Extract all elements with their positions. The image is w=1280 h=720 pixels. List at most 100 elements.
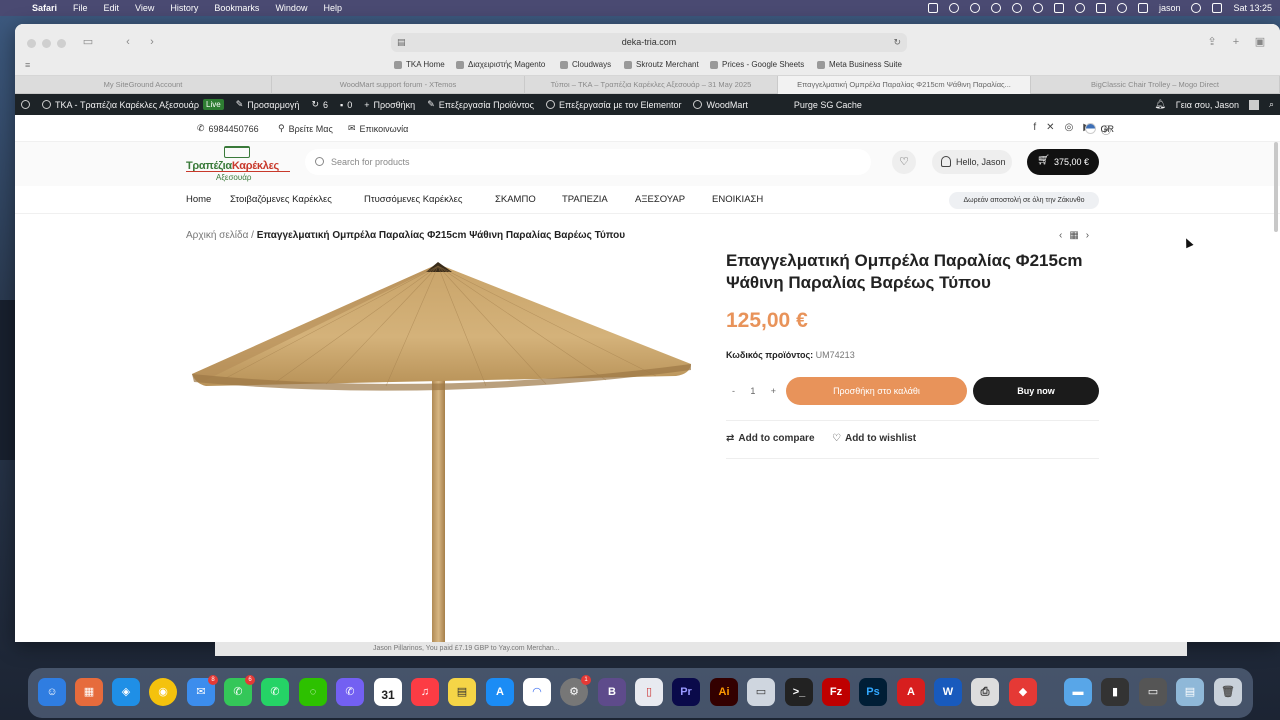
safari-icon[interactable]: ◈ [112, 678, 140, 706]
contact-link[interactable]: ✉ Επικοινωνία [348, 123, 408, 134]
filezilla-icon[interactable]: Fz [822, 678, 850, 706]
app-store-icon[interactable]: A [486, 678, 514, 706]
browser-tab[interactable]: WoodMart support forum - XTemos [272, 76, 525, 94]
admin-new[interactable]: + Προσθήκη [364, 100, 415, 110]
nav-item-accessories[interactable]: ΑΞΕΣΟΥΑΡ [635, 194, 685, 205]
chrome-icon[interactable]: ◉ [149, 678, 177, 706]
browser-tab[interactable]: My SiteGround Account [15, 76, 272, 94]
add-to-wishlist-link[interactable]: ♡ Add to wishlist [832, 433, 916, 444]
browser-tab-active[interactable]: Επαγγελματική Ομπρέλα Παραλίας Φ215cm Ψά… [778, 76, 1031, 94]
window-stack-icon[interactable]: ▭ [1139, 678, 1167, 706]
buy-now-button[interactable]: Buy now [973, 377, 1099, 405]
keyboard-input-icon[interactable] [1137, 3, 1148, 13]
folder-icon[interactable]: ▬ [1064, 678, 1092, 706]
product-image[interactable] [186, 258, 696, 642]
wordpress-logo-icon[interactable] [21, 100, 30, 109]
page-scrollbar[interactable] [1274, 142, 1278, 232]
menu-help[interactable]: Help [323, 3, 342, 13]
quantity-decrease-button[interactable]: - [732, 386, 735, 396]
admin-site-name[interactable]: TKA - Τραπέζια Καρέκλες Αξεσουάρ Live [42, 99, 224, 110]
grid-icon[interactable]: ▦ [1069, 230, 1078, 241]
menu-bar-user[interactable]: jason [1159, 3, 1181, 13]
favorite-link[interactable]: Cloudways [560, 60, 611, 69]
bbedit-icon[interactable]: B [598, 678, 626, 706]
launchpad-icon[interactable]: ▦ [75, 678, 103, 706]
page-settings-icon[interactable]: ▤ [397, 33, 406, 52]
terminal-icon[interactable]: >_ [785, 678, 813, 706]
system-settings-icon[interactable]: ⚙ 1 [560, 675, 591, 706]
menu-file[interactable]: File [73, 3, 88, 13]
menu-view[interactable]: View [135, 3, 154, 13]
calendar-icon[interactable]: 31 [374, 678, 402, 706]
avatar[interactable] [1248, 99, 1259, 110]
favorite-link[interactable]: Διαχειριστής Magento [456, 60, 545, 69]
downloads-stack-icon[interactable]: ▮ [1101, 678, 1129, 706]
search-icon[interactable] [1074, 3, 1085, 13]
phone-link[interactable]: ✆ 6984450766 [197, 123, 259, 134]
finder-icon[interactable]: ☺ [38, 678, 66, 706]
wishlist-button[interactable]: ♡ [892, 150, 916, 174]
new-tab-icon[interactable]: + [1229, 36, 1243, 48]
previous-product-icon[interactable]: ‹ [1059, 230, 1062, 241]
premiere-pro-icon[interactable]: Pr [672, 678, 700, 706]
reload-icon[interactable]: ↻ [893, 33, 901, 52]
whatsapp-icon[interactable]: ✆ [261, 678, 289, 706]
close-window-button[interactable] [27, 39, 36, 48]
gear-icon[interactable] [948, 3, 959, 13]
admin-elementor[interactable]: Επεξεργασία με τον Elementor [545, 100, 681, 110]
menu-window[interactable]: Window [275, 3, 307, 13]
admin-edit-product[interactable]: ✎ Επεξεργασία Προϊόντος [427, 99, 534, 110]
acrobat-icon[interactable]: A [897, 678, 925, 706]
zoom-window-button[interactable] [57, 39, 66, 48]
viber-icon[interactable]: ✆ [336, 678, 364, 706]
nav-item-tables[interactable]: ΤΡΑΠΕΖΙΑ [562, 194, 608, 205]
admin-greeting[interactable]: Γεια σου, Jason [1176, 100, 1239, 110]
favorite-link[interactable]: TKA Home [394, 60, 445, 69]
illustrator-icon[interactable]: Ai [710, 678, 738, 706]
minimize-window-button[interactable] [42, 39, 51, 48]
add-to-cart-button[interactable]: Προσθήκη στο καλάθι [786, 377, 967, 405]
arc-browser-icon[interactable]: ◠ [523, 678, 551, 706]
address-bar[interactable]: ▤ deka-tria.com ↻ [391, 33, 907, 52]
bell-icon[interactable]: 🔔︎ [1154, 99, 1165, 110]
favorite-link[interactable]: Prices - Google Sheets [710, 60, 804, 69]
documents-stack-icon[interactable]: ▤ [1176, 678, 1204, 706]
instagram-icon[interactable]: ◎ [1065, 122, 1074, 137]
menu-bookmarks[interactable]: Bookmarks [214, 3, 259, 13]
breadcrumb-home[interactable]: Αρχική σελίδα [186, 230, 248, 241]
admin-comments[interactable]: ▪ 0 [340, 100, 352, 110]
back-arrow-icon[interactable]: ‹ [121, 36, 135, 48]
search-input[interactable]: Search for products [305, 149, 871, 175]
anydesk-icon[interactable]: ◆ [1009, 678, 1037, 706]
browser-tab[interactable]: BigClassic Chair Trolley – Mogo Direct [1031, 76, 1280, 94]
phone-mirroring-icon[interactable]: ▯ [635, 678, 663, 706]
add-to-compare-link[interactable]: ⇄ Add to compare [726, 433, 815, 444]
nav-item-folding-chairs[interactable]: Πτυσσόμενες Καρέκλες [364, 194, 462, 205]
next-product-icon[interactable]: › [1086, 230, 1089, 241]
nav-item-stacking-chairs[interactable]: Στοιβαζόμενες Καρέκλες [230, 194, 332, 205]
nav-item-stools[interactable]: ΣΚΑΜΠΟ [495, 194, 536, 205]
music-icon[interactable]: ♫ [411, 678, 439, 706]
forward-arrow-icon[interactable]: › [145, 36, 159, 48]
trash-icon[interactable]: 🗑︎ [1214, 678, 1242, 706]
headphones-icon[interactable] [1116, 3, 1127, 13]
admin-search-icon[interactable]: ⌕ [1269, 99, 1274, 110]
quantity-increase-button[interactable]: + [771, 386, 776, 396]
wifi-icon[interactable] [1191, 3, 1202, 13]
facebook-icon[interactable]: f [1033, 122, 1036, 137]
admin-updates[interactable]: ↻ 6 [311, 99, 328, 110]
browser-tab[interactable]: Τύποι – TKA – Τραπέζια Καρέκλες Αξεσουάρ… [525, 76, 778, 94]
control-center-icon[interactable] [1212, 3, 1223, 13]
document-icon[interactable] [1053, 3, 1064, 13]
play-icon[interactable] [1032, 3, 1043, 13]
photoshop-icon[interactable]: Ps [859, 678, 887, 706]
notes-icon[interactable]: ▤ [448, 678, 476, 706]
mail-icon[interactable]: ✉ 8 [187, 675, 218, 706]
admin-purge-cache[interactable]: Purge SG Cache [794, 100, 862, 110]
menu-app-safari[interactable]: Safari [32, 3, 57, 13]
apple-menu-icon[interactable] [8, 3, 18, 13]
messages-icon[interactable]: ✆ 6 [224, 675, 255, 706]
cart-button[interactable]: 🛒︎ 375,00 € [1027, 149, 1099, 175]
admin-customize[interactable]: ✎ Προσαρμογή [236, 99, 300, 110]
sidebar-icon[interactable]: ▭ [81, 36, 95, 48]
